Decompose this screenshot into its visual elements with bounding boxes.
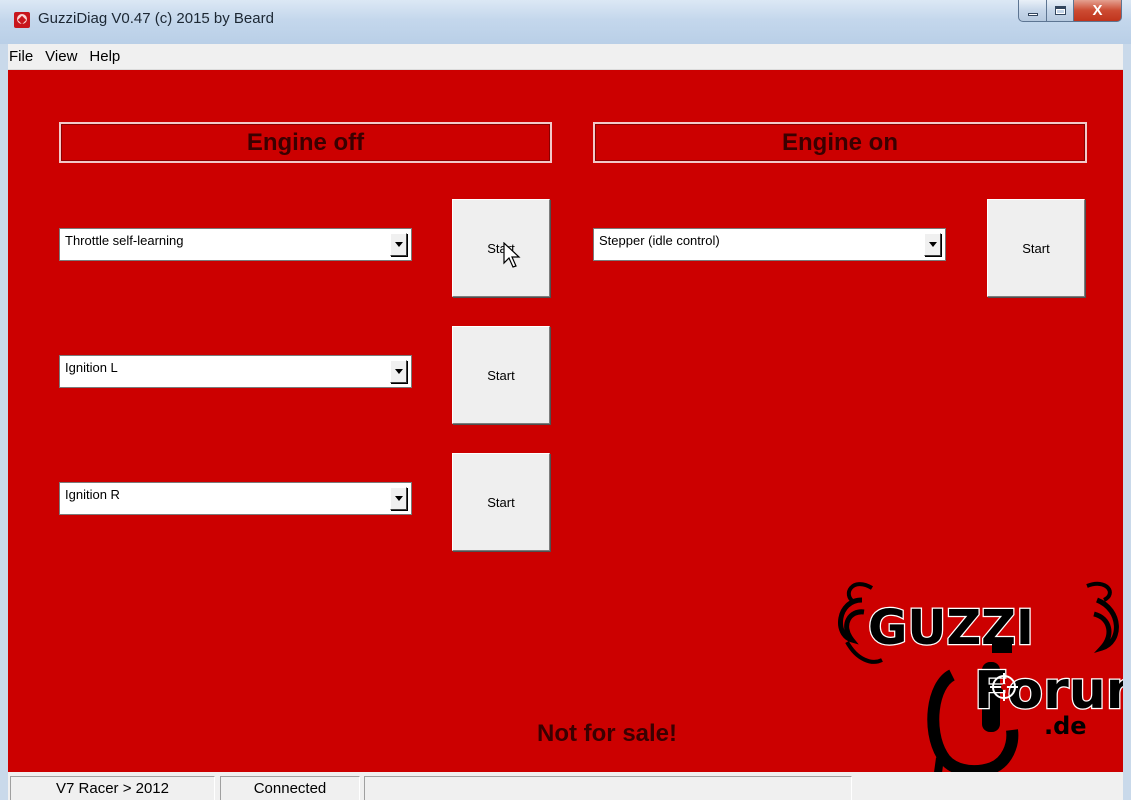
app-icon[interactable] <box>14 12 30 28</box>
menu-view[interactable]: View <box>39 48 83 65</box>
engine-on-test-select-1[interactable]: Stepper (idle control) <box>593 228 946 261</box>
engine-off-header: Engine off <box>59 122 552 163</box>
guzzi-forum-logo: GUZZI Forum .de <box>838 581 1123 772</box>
start-button-throttle[interactable]: Start <box>452 199 550 297</box>
status-connection: Connected <box>220 776 360 800</box>
menu-file[interactable]: File <box>8 48 39 65</box>
status-bar: V7 Racer > 2012 Connected <box>8 772 1123 800</box>
close-icon: X <box>1092 2 1103 19</box>
status-model: V7 Racer > 2012 <box>10 776 215 800</box>
close-button[interactable]: X <box>1074 0 1122 22</box>
engine-on-header: Engine on <box>593 122 1087 163</box>
dropdown-button[interactable] <box>390 487 407 510</box>
status-message <box>364 776 852 800</box>
maximize-icon <box>1054 6 1066 15</box>
engine-off-test-select-1[interactable]: Throttle self-learning <box>59 228 412 261</box>
chevron-down-icon <box>394 242 403 247</box>
select-value: Stepper (idle control) <box>599 233 720 248</box>
window-title: GuzziDiag V0.47 (c) 2015 by Beard <box>38 10 274 27</box>
logo-line3: .de <box>1044 712 1087 740</box>
select-value: Ignition L <box>65 360 118 375</box>
minimize-button[interactable] <box>1018 0 1047 22</box>
chevron-down-icon <box>394 369 403 374</box>
title-bar[interactable]: GuzziDiag V0.47 (c) 2015 by Beard X <box>0 0 1131 44</box>
chevron-down-icon <box>394 496 403 501</box>
mouse-cursor-icon <box>503 242 521 268</box>
menu-bar: File View Help <box>8 44 1123 70</box>
dropdown-button[interactable] <box>390 360 407 383</box>
engine-off-test-select-3[interactable]: Ignition R <box>59 482 412 515</box>
not-for-sale-notice: Not for sale! <box>537 720 678 747</box>
dropdown-button[interactable] <box>924 233 941 256</box>
dropdown-button[interactable] <box>390 233 407 256</box>
engine-off-test-select-2[interactable]: Ignition L <box>59 355 412 388</box>
select-value: Ignition R <box>65 487 120 502</box>
start-button-stepper[interactable]: Start <box>987 199 1085 297</box>
start-button-ignition-r[interactable]: Start <box>452 453 550 551</box>
maximize-button[interactable] <box>1047 0 1074 22</box>
minimize-icon <box>1027 12 1038 16</box>
start-button-ignition-l[interactable]: Start <box>452 326 550 424</box>
window-controls: X <box>1018 0 1122 22</box>
select-value: Throttle self-learning <box>65 233 184 248</box>
main-panel: Engine off Engine on Throttle self-learn… <box>8 70 1123 772</box>
chevron-down-icon <box>928 242 937 247</box>
menu-help[interactable]: Help <box>83 48 126 65</box>
